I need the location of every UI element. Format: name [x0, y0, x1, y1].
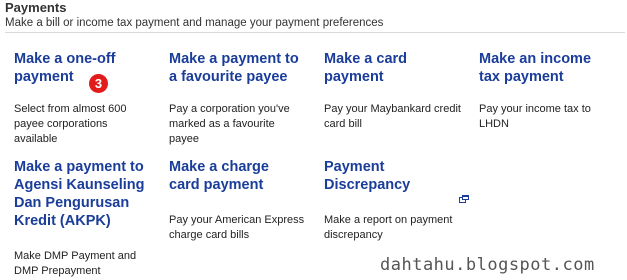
desc-line: Pay your income tax to	[479, 103, 591, 115]
title-line: Agensi Kaunseling	[14, 177, 145, 193]
title-line: payment	[14, 69, 74, 85]
desc-line: DMP Prepayment	[14, 265, 101, 277]
card-income-tax: Make an income tax payment Pay your inco…	[479, 50, 625, 150]
card-payment-discrepancy: Payment Discrepancy Make a report on pay…	[324, 158, 478, 258]
card-payment-link[interactable]: Make a card payment	[324, 50, 478, 86]
page-title: Payments	[5, 0, 67, 15]
card-charge-card: Make a charge card payment Pay your Amer…	[169, 158, 323, 258]
payment-discrepancy-link[interactable]: Payment Discrepancy	[324, 158, 478, 194]
card-description: Pay your American Express charge card bi…	[169, 213, 304, 243]
favourite-payee-link[interactable]: Make a payment to a favourite payee	[169, 50, 323, 86]
charge-card-link[interactable]: Make a charge card payment	[169, 158, 323, 194]
card-description: Make DMP Payment and DMP Prepayment	[14, 249, 136, 279]
card-description: Pay your Maybankard credit card bill	[324, 102, 461, 132]
desc-line: Select from almost 600	[14, 103, 127, 115]
title-line: Make an income	[479, 51, 592, 67]
title-line: Make a card	[324, 51, 408, 67]
card-description: Pay your income tax to LHDN	[479, 102, 591, 132]
title-line: payment	[324, 69, 384, 85]
title-line: Payment	[324, 159, 385, 175]
desc-line: Make a report on payment	[324, 214, 453, 226]
title-line: Dan Pengurusan	[14, 195, 130, 211]
desc-line: charge card bills	[169, 229, 250, 241]
desc-line: Make DMP Payment and	[14, 250, 137, 262]
desc-line: marked as a favourite	[169, 118, 275, 130]
card-akpk-payment: Make a payment to Agensi Kaunseling Dan …	[14, 158, 168, 278]
title-line: Make a one-off	[14, 51, 116, 67]
title-line: Make a charge	[169, 159, 269, 175]
header-divider	[5, 32, 625, 33]
title-line: Kredit (AKPK)	[14, 213, 111, 229]
income-tax-link[interactable]: Make an income tax payment	[479, 50, 625, 86]
desc-line: available	[14, 133, 58, 145]
page-subtitle: Make a bill or income tax payment and ma…	[5, 17, 384, 29]
title-line: Make a payment to	[14, 159, 144, 175]
akpk-payment-link[interactable]: Make a payment to Agensi Kaunseling Dan …	[14, 158, 168, 230]
title-line: Make a payment to	[169, 51, 299, 67]
annotation-badge: 3	[89, 74, 108, 93]
card-one-off-payment: Make a one-off payment Select from almos…	[14, 50, 168, 150]
desc-line: Pay your American Express	[169, 214, 305, 226]
desc-line: discrepancy	[324, 229, 383, 241]
card-favourite-payee: Make a payment to a favourite payee Pay …	[169, 50, 323, 150]
desc-line: Pay a corporation you've	[169, 103, 290, 115]
card-description: Select from almost 600 payee corporation…	[14, 102, 127, 147]
title-line: tax payment	[479, 69, 564, 85]
card-card-payment: Make a card payment Pay your Maybankard …	[324, 50, 478, 150]
card-description: Pay a corporation you've marked as a fav…	[169, 102, 290, 147]
watermark: dahtahu.blogspot.com	[380, 255, 595, 275]
desc-line: payee corporations	[14, 118, 108, 130]
title-line: Discrepancy	[324, 177, 411, 193]
desc-line: LHDN	[479, 118, 509, 130]
card-description: Make a report on payment discrepancy	[324, 213, 452, 243]
desc-line: Pay your Maybankard credit	[324, 103, 461, 115]
page-header: Payments Make a bill or income tax payme…	[5, 0, 625, 31]
desc-line: card bill	[324, 118, 362, 130]
title-line: card payment	[169, 177, 264, 193]
desc-line: payee	[169, 133, 199, 145]
new-window-icon[interactable]	[459, 195, 469, 203]
title-line: a favourite payee	[169, 69, 288, 85]
